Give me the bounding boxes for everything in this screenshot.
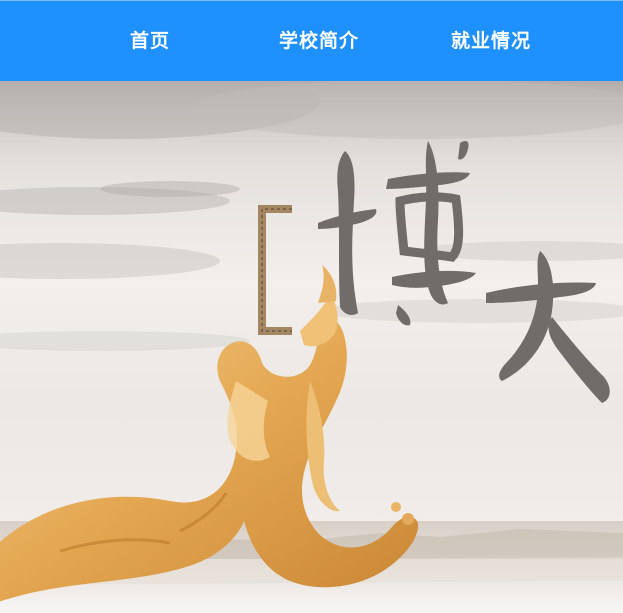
nav-item-home[interactable]: 首页	[130, 1, 170, 82]
bracket-ornament	[258, 205, 292, 335]
top-navigation-bar: 首页 学校简介 就业情况	[0, 0, 623, 81]
cloud-layer	[0, 81, 623, 351]
nav-item-employment[interactable]: 就业情况	[451, 1, 531, 82]
calligraphy-artwork	[318, 141, 610, 403]
hero-banner-art	[0, 81, 623, 613]
hero-banner	[0, 81, 623, 613]
nav-item-school-intro[interactable]: 学校简介	[279, 1, 359, 82]
